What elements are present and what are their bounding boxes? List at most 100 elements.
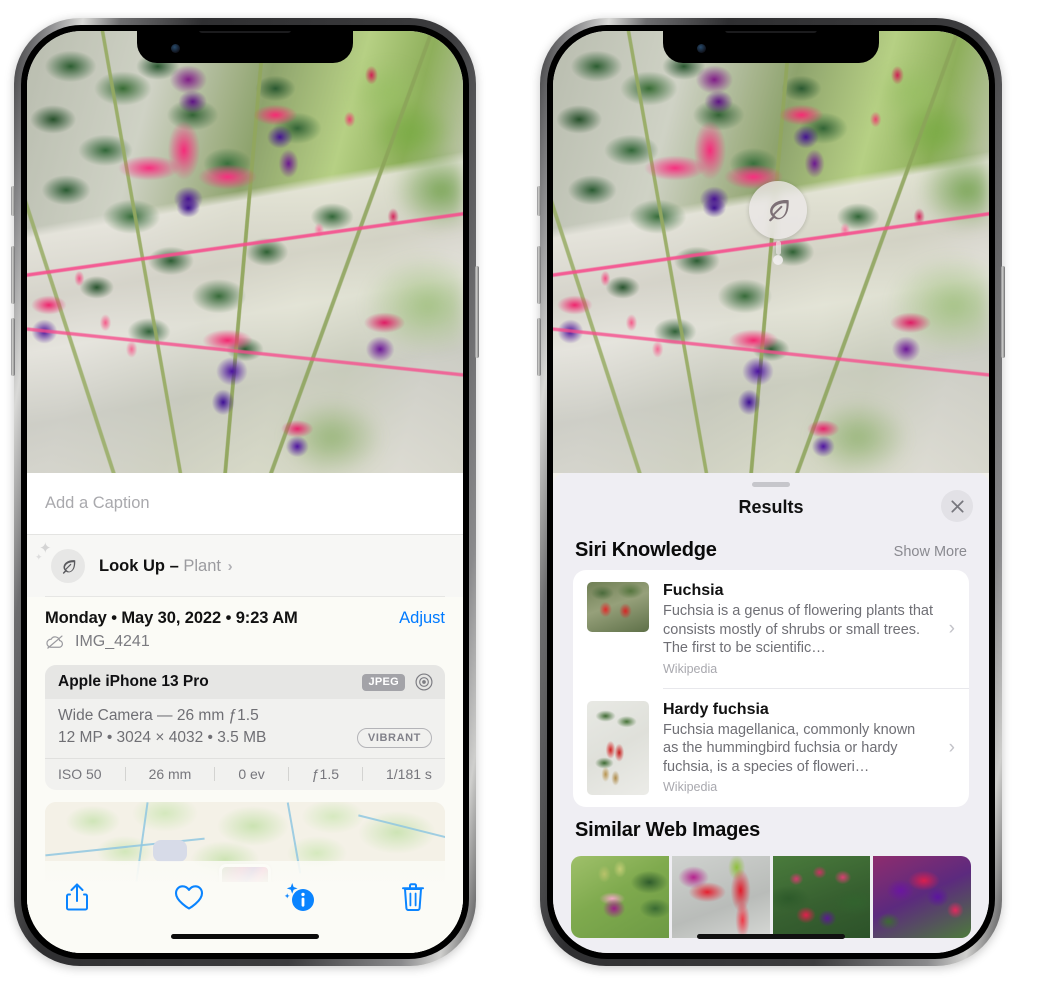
volume-up-button[interactable]	[537, 246, 541, 304]
camera-card-header: Apple iPhone 13 Pro JPEG	[45, 665, 445, 699]
look-up-dash: –	[165, 556, 184, 575]
camera-card-body: Wide Camera — 26 mm ƒ1.5 12 MP • 3024 × …	[45, 699, 445, 758]
siri-knowledge-card: Fuchsia Fuchsia is a genus of flowering …	[573, 570, 969, 807]
web-image-1[interactable]	[571, 855, 669, 938]
divider	[214, 767, 216, 781]
power-button[interactable]	[475, 266, 479, 358]
screen-right: Results Siri Knowledge Show More Fuchsia…	[553, 31, 989, 953]
caption-input[interactable]: Add a Caption	[45, 494, 150, 513]
siri-knowledge-header: Siri Knowledge Show More	[553, 527, 989, 570]
info-sparkle-icon[interactable]	[279, 877, 323, 917]
section-title: Siri Knowledge	[575, 539, 717, 561]
photo-filename: IMG_4241	[75, 633, 150, 650]
show-more-button[interactable]: Show More	[894, 544, 967, 560]
exif-focal: 26 mm	[148, 766, 192, 782]
camera-model: Apple iPhone 13 Pro	[58, 673, 209, 690]
date-row: Monday • May 30, 2022 • 9:23 AM Adjust	[27, 597, 463, 628]
map-water	[153, 840, 187, 863]
mute-switch[interactable]	[11, 186, 15, 216]
result-text: Fuchsia Fuchsia is a genus of flowering …	[663, 582, 955, 676]
results-title: Results	[738, 496, 804, 517]
results-sheet: Results Siri Knowledge Show More Fuchsia…	[553, 473, 989, 953]
result-description: Fuchsia magellanica, commonly known as t…	[663, 721, 916, 775]
volume-down-button[interactable]	[537, 318, 541, 376]
caption-field-row[interactable]: Add a Caption	[27, 473, 463, 535]
photo-stamens	[553, 31, 989, 473]
result-thumbnail	[587, 700, 649, 795]
chevron-right-icon: ›	[948, 617, 955, 639]
icloud-slash-icon	[46, 635, 63, 649]
mute-switch[interactable]	[537, 186, 541, 216]
photo-viewer[interactable]	[553, 31, 989, 473]
exif-shutter: 1/181 s	[385, 766, 432, 782]
result-title: Fuchsia	[663, 582, 724, 599]
result-description: Fuchsia is a genus of flowering plants t…	[663, 603, 934, 657]
earpiece-speaker	[725, 31, 817, 33]
photo-toolbar	[27, 861, 463, 953]
close-icon[interactable]	[941, 490, 973, 522]
iphone-frame-left: Add a Caption ✦ ✦ Look Up – Plant › Mond…	[11, 18, 479, 966]
exif-exposure: 0 ev	[238, 766, 265, 782]
volume-down-button[interactable]	[11, 318, 15, 376]
result-thumbnail	[587, 582, 649, 632]
screen-left: Add a Caption ✦ ✦ Look Up – Plant › Mond…	[27, 31, 463, 953]
image-specs: 12 MP • 3024 × 4032 • 3.5 MB	[58, 729, 267, 746]
trash-icon[interactable]	[391, 877, 435, 917]
result-source: Wikipedia	[663, 780, 718, 795]
chevron-right-icon: ›	[948, 736, 955, 758]
photo-date: Monday • May 30, 2022 • 9:23 AM	[45, 609, 298, 627]
badge-pointer	[773, 241, 783, 265]
divider	[362, 767, 363, 781]
section-title: Similar Web Images	[575, 818, 760, 841]
filename-row: IMG_4241	[27, 628, 463, 651]
similar-web-images-strip[interactable]	[553, 855, 989, 938]
list-item[interactable]: Fuchsia Fuchsia is a genus of flowering …	[573, 570, 969, 688]
aperture-icon	[415, 673, 433, 691]
phone-bezel-left: Add a Caption ✦ ✦ Look Up – Plant › Mond…	[21, 25, 469, 959]
home-indicator[interactable]	[171, 934, 319, 939]
power-button[interactable]	[1001, 266, 1005, 358]
result-text: Hardy fuchsia Fuchsia magellanica, commo…	[663, 701, 955, 795]
leaf-icon: ✦ ✦	[35, 541, 85, 583]
front-camera-icon	[171, 44, 180, 53]
result-source: Wikipedia	[663, 661, 718, 676]
earpiece-speaker	[199, 31, 291, 33]
leaf-icon	[769, 200, 789, 222]
look-up-label: Look Up – Plant ›	[99, 557, 233, 576]
look-up-kind: Plant	[183, 556, 221, 575]
camera-card-badges: JPEG	[362, 672, 434, 692]
photo-stamens	[27, 31, 463, 473]
exif-row: ISO 50 26 mm 0 ev ƒ1.5 1/181 s	[45, 758, 445, 790]
result-title: Hardy fuchsia	[663, 700, 769, 718]
list-item[interactable]: Hardy fuchsia Fuchsia magellanica, commo…	[573, 689, 969, 807]
specs-row: 12 MP • 3024 × 4032 • 3.5 MB VIBRANT	[58, 728, 432, 748]
home-indicator[interactable]	[697, 934, 845, 939]
look-up-text: Look Up	[99, 556, 165, 575]
lens-info: Wide Camera — 26 mm ƒ1.5	[58, 707, 259, 724]
web-image-3[interactable]	[772, 855, 871, 938]
phone-bezel-right: Results Siri Knowledge Show More Fuchsia…	[547, 25, 995, 959]
screenshot-canvas: Add a Caption ✦ ✦ Look Up – Plant › Mond…	[0, 0, 1055, 985]
results-header: Results	[553, 487, 989, 527]
iphone-frame-right: Results Siri Knowledge Show More Fuchsia…	[537, 18, 1005, 966]
photographic-style-badge: VIBRANT	[356, 728, 432, 748]
photo-info-sheet: Add a Caption ✦ ✦ Look Up – Plant › Mond…	[27, 473, 463, 953]
web-image-2[interactable]	[671, 855, 770, 938]
look-up-row[interactable]: ✦ ✦ Look Up – Plant ›	[27, 535, 463, 597]
similar-web-images-header: Similar Web Images	[553, 807, 989, 850]
heart-icon[interactable]	[167, 877, 211, 917]
format-badge: JPEG	[362, 673, 405, 691]
camera-info-card: Apple iPhone 13 Pro JPEG Wide Camera — 2…	[45, 665, 445, 790]
notch-left	[137, 31, 353, 63]
adjust-button[interactable]: Adjust	[399, 609, 445, 628]
front-camera-icon	[697, 44, 706, 53]
photo-viewer[interactable]	[27, 31, 463, 473]
exif-aperture: ƒ1.5	[311, 766, 340, 782]
share-icon[interactable]	[55, 877, 99, 917]
exif-iso: ISO 50	[58, 766, 102, 782]
sparkle-small-icon: ✦	[35, 552, 43, 562]
divider	[287, 767, 289, 781]
volume-up-button[interactable]	[11, 246, 15, 304]
visual-lookup-badge[interactable]	[749, 181, 807, 265]
web-image-4[interactable]	[873, 855, 971, 938]
